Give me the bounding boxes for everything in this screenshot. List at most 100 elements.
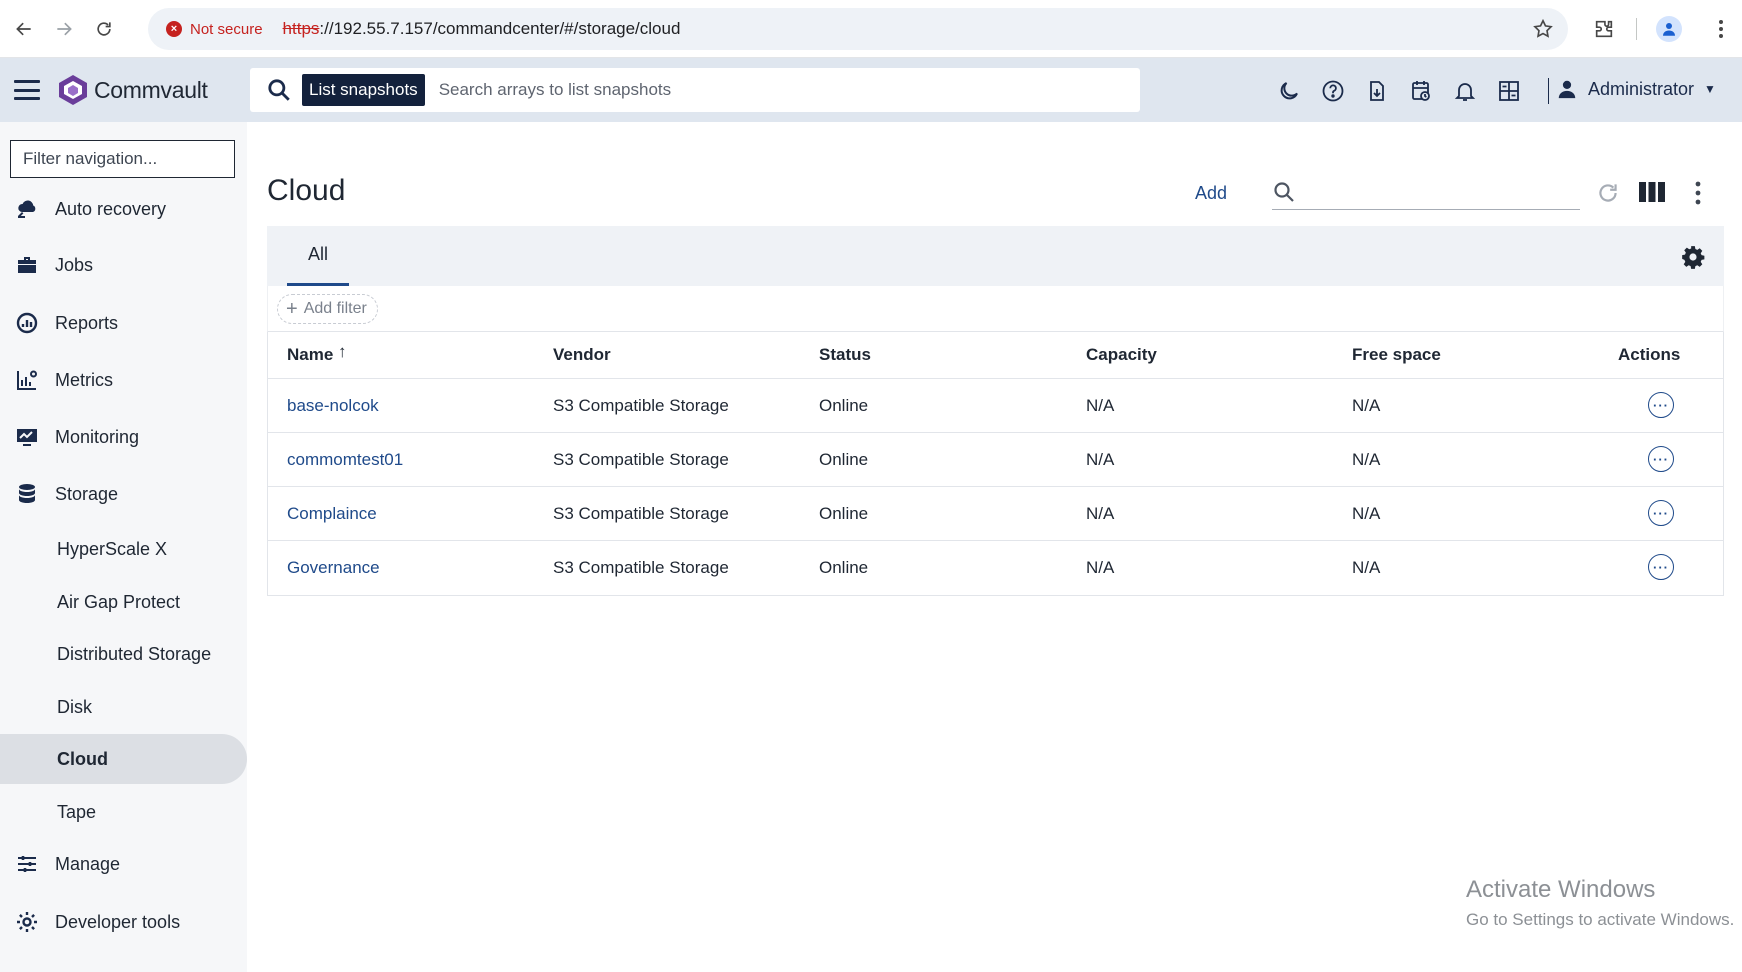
row-status: Online xyxy=(819,504,869,523)
sidebar-item-label: Developer tools xyxy=(55,911,181,932)
dark-mode-moon-icon[interactable] xyxy=(1274,76,1304,106)
page-title: Cloud xyxy=(267,174,346,207)
sidebar-subitem-disk[interactable]: Disk xyxy=(0,682,247,732)
brand-logo[interactable]: Commvault xyxy=(58,74,208,106)
back-arrow-icon[interactable] xyxy=(4,9,44,49)
column-header-free-space[interactable]: Free space xyxy=(1352,345,1441,365)
sidebar-item-developer-tools[interactable]: Developer tools xyxy=(0,897,247,947)
sidebar-subitem-air-gap-protect[interactable]: Air Gap Protect xyxy=(0,577,247,627)
sidebar-item-label: Manage xyxy=(55,853,121,874)
reload-icon[interactable] xyxy=(84,9,124,49)
more-options-kebab-icon[interactable] xyxy=(1688,180,1708,206)
column-header-capacity[interactable]: Capacity xyxy=(1086,345,1157,365)
sidebar-item-auto-recovery[interactable]: Auto recovery xyxy=(0,184,247,234)
table-row: Governance S3 Compatible Storage Online … xyxy=(268,541,1723,595)
profile-icon[interactable] xyxy=(1649,9,1689,49)
global-search[interactable]: List snapshots xyxy=(250,68,1140,112)
browser-actions xyxy=(1584,9,1741,49)
download-document-icon[interactable] xyxy=(1362,76,1392,106)
sidebar-item-label: Reports xyxy=(55,312,119,333)
user-menu[interactable]: Administrator ▼ xyxy=(1556,78,1716,100)
forward-arrow-icon[interactable] xyxy=(44,9,84,49)
row-capacity: N/A xyxy=(1086,396,1115,415)
row-actions-more-icon[interactable]: ··· xyxy=(1648,554,1674,580)
brand-name: Commvault xyxy=(94,76,208,103)
notifications-bell-icon[interactable] xyxy=(1450,76,1480,106)
row-vendor: S3 Compatible Storage xyxy=(553,558,729,577)
user-icon xyxy=(1558,80,1576,99)
calendar-clock-icon[interactable] xyxy=(1406,76,1436,106)
gear-icon[interactable] xyxy=(1680,244,1706,270)
user-name: Administrator xyxy=(1588,78,1695,99)
url-path: ://192.55.7.157/commandcenter/#/storage/… xyxy=(319,19,681,38)
sidebar-item-reports[interactable]: Reports xyxy=(0,298,247,348)
sidebar-subitem-label: HyperScale X xyxy=(57,538,168,559)
tabs-bar: All xyxy=(267,226,1724,286)
bookmark-star-icon[interactable] xyxy=(1532,18,1554,40)
browser-toolbar: × Not secure https://192.55.7.157/comman… xyxy=(0,0,1742,58)
row-name-link[interactable]: Governance xyxy=(287,558,380,578)
row-name-link[interactable]: commomtest01 xyxy=(287,450,403,470)
cloud-recovery-icon xyxy=(15,197,39,221)
column-header-name[interactable]: Name ↑ xyxy=(287,342,347,365)
sidebar-subitem-cloud[interactable]: Cloud xyxy=(0,734,247,784)
columns-icon[interactable] xyxy=(1638,180,1666,204)
row-status: Online xyxy=(819,396,869,415)
hamburger-menu-icon[interactable] xyxy=(14,80,40,100)
table-search[interactable] xyxy=(1272,174,1580,210)
add-filter-button[interactable]: + Add filter xyxy=(277,294,378,324)
sidebar-subitem-distributed-storage[interactable]: Distributed Storage xyxy=(0,629,247,679)
sidebar-subitem-hyperscale-x[interactable]: HyperScale X xyxy=(0,524,247,574)
url-protocol: https xyxy=(282,19,320,38)
extensions-icon[interactable] xyxy=(1584,9,1624,49)
sort-ascending-icon: ↑ xyxy=(338,342,347,361)
refresh-icon[interactable] xyxy=(1595,180,1621,206)
sidebar-item-metrics[interactable]: Metrics xyxy=(0,355,247,405)
row-vendor: S3 Compatible Storage xyxy=(553,504,729,523)
sidebar-item-manage[interactable]: Manage xyxy=(0,839,247,889)
sidebar-item-label: Metrics xyxy=(55,369,113,390)
url-text[interactable]: https://192.55.7.157/commandcenter/#/sto… xyxy=(283,19,681,39)
row-free-space: N/A xyxy=(1352,558,1381,577)
table-row: base-nolcok S3 Compatible Storage Online… xyxy=(268,379,1723,433)
row-status: Online xyxy=(819,450,869,469)
row-free-space: N/A xyxy=(1352,450,1381,469)
row-name-link[interactable]: Complaince xyxy=(287,504,377,524)
sidebar-subitem-tape[interactable]: Tape xyxy=(0,787,247,837)
table-header: Name ↑ Vendor Status Capacity Free space… xyxy=(268,332,1723,379)
column-header-vendor[interactable]: Vendor xyxy=(553,345,611,365)
app-header: Commvault List snapshots Administrator ▼ xyxy=(0,58,1742,122)
row-actions-more-icon[interactable]: ··· xyxy=(1648,500,1674,526)
sliders-icon xyxy=(15,852,39,876)
security-chip[interactable]: × Not secure xyxy=(162,14,273,44)
row-actions-more-icon[interactable]: ··· xyxy=(1648,446,1674,472)
toolbar-divider xyxy=(1636,18,1637,40)
row-free-space: N/A xyxy=(1352,396,1381,415)
column-header-status[interactable]: Status xyxy=(819,345,871,365)
sidebar-item-storage[interactable]: Storage xyxy=(0,469,247,519)
sidebar-item-monitoring[interactable]: Monitoring xyxy=(0,412,247,462)
commvault-logo-icon xyxy=(59,75,87,105)
warning-icon: × xyxy=(166,21,182,37)
row-actions-more-icon[interactable]: ··· xyxy=(1648,392,1674,418)
sidebar: Auto recovery Jobs Reports Metrics Monit… xyxy=(0,122,247,972)
help-icon[interactable] xyxy=(1318,76,1348,106)
search-mode-chip[interactable]: List snapshots xyxy=(302,74,425,106)
column-header-actions: Actions xyxy=(1618,345,1681,364)
search-icon xyxy=(1274,181,1294,202)
caret-down-icon: ▼ xyxy=(1704,82,1716,96)
sidebar-item-jobs[interactable]: Jobs xyxy=(0,240,247,290)
sidebar-subitem-label: Disk xyxy=(57,696,92,717)
monitor-icon xyxy=(15,425,39,449)
filter-navigation-input[interactable] xyxy=(10,140,235,178)
dashboard-icon[interactable] xyxy=(1494,76,1524,106)
database-icon xyxy=(15,482,39,506)
add-button[interactable]: Add xyxy=(1195,183,1227,204)
address-bar[interactable]: × Not secure https://192.55.7.157/comman… xyxy=(148,8,1568,50)
tab-all[interactable]: All xyxy=(287,226,349,286)
global-search-input[interactable] xyxy=(438,80,1039,100)
row-free-space: N/A xyxy=(1352,504,1381,523)
search-icon[interactable] xyxy=(266,77,292,103)
chrome-menu-kebab-icon[interactable] xyxy=(1701,9,1741,49)
row-name-link[interactable]: base-nolcok xyxy=(287,396,379,416)
